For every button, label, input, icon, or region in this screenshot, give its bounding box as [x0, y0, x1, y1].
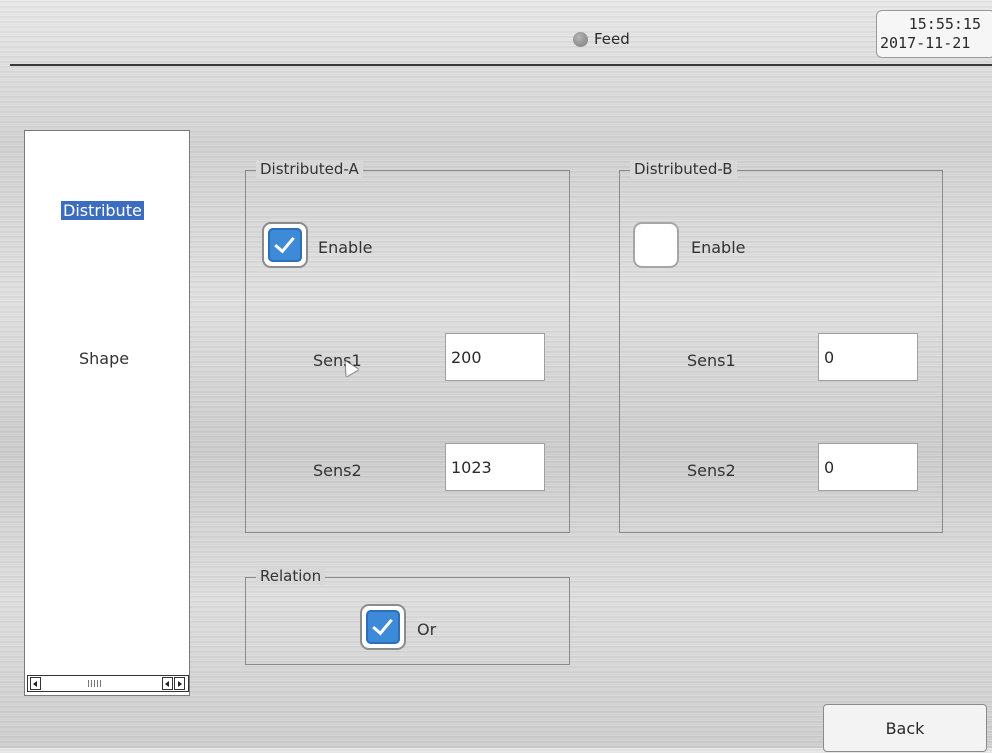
- sidebar-scrollbar[interactable]: [27, 675, 189, 692]
- sens2-a-label: Sens2: [313, 461, 362, 480]
- scroll-right-icon[interactable]: [174, 677, 185, 690]
- sidebar: Distribute Shape: [24, 130, 190, 696]
- sens1-b-input[interactable]: 0: [818, 333, 918, 381]
- group-title: Distributed-B: [620, 160, 737, 178]
- scroll-thumb[interactable]: [66, 677, 126, 690]
- relation-or-checkbox[interactable]: [360, 604, 406, 650]
- clock-date: 2017-11-21: [880, 34, 971, 52]
- sens1-b-label: Sens1: [687, 351, 736, 370]
- scroll-left-icon[interactable]: [30, 677, 41, 690]
- clock-time: 15:55:15: [908, 15, 981, 33]
- enable-a-checkbox[interactable]: [262, 222, 308, 268]
- clock-display: 15:55:15 2017-11-21: [876, 10, 992, 58]
- status-label: Feed: [594, 30, 630, 48]
- status-indicator-icon: [573, 32, 588, 47]
- back-button[interactable]: Back: [823, 704, 987, 752]
- sidebar-item-shape[interactable]: Shape: [79, 349, 129, 368]
- relation-or-label: Or: [417, 620, 437, 639]
- scroll-left-icon[interactable]: [162, 677, 173, 690]
- enable-b-label: Enable: [691, 238, 746, 257]
- enable-b-checkbox[interactable]: [633, 222, 679, 268]
- header-divider: [10, 64, 992, 66]
- sens2-b-input[interactable]: 0: [818, 443, 918, 491]
- check-icon: [366, 610, 400, 644]
- sens2-a-input[interactable]: 1023: [445, 443, 545, 491]
- sidebar-item-distribute[interactable]: Distribute: [61, 201, 144, 220]
- enable-a-label: Enable: [318, 238, 373, 257]
- sens2-b-label: Sens2: [687, 461, 736, 480]
- check-icon: [268, 228, 302, 262]
- group-relation: Relation: [245, 567, 570, 665]
- sens1-a-input[interactable]: 200: [445, 333, 545, 381]
- group-title: Distributed-A: [246, 160, 363, 178]
- group-title: Relation: [245, 567, 326, 585]
